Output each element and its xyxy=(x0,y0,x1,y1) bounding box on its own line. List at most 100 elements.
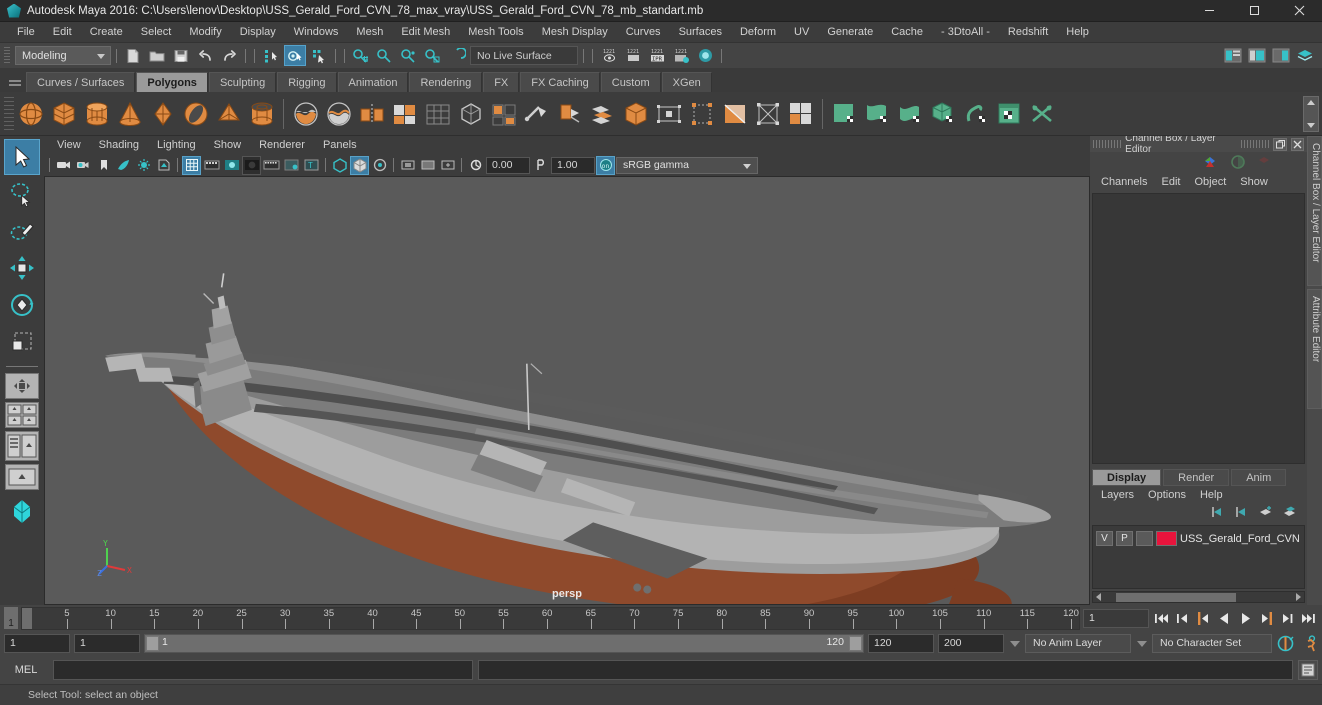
xray-icon[interactable] xyxy=(282,156,301,175)
bevel-icon[interactable] xyxy=(520,97,553,131)
menu-3dtoall[interactable]: - 3DtoAll - xyxy=(932,22,999,43)
layer-menu-layers[interactable]: Layers xyxy=(1094,489,1141,501)
poly-cone-icon[interactable] xyxy=(113,97,146,131)
select-tool[interactable] xyxy=(4,139,40,175)
bookmark-icon[interactable] xyxy=(94,156,113,175)
isolate-select-icon[interactable] xyxy=(330,156,349,175)
character-set-dropdown-arrow[interactable] xyxy=(1135,634,1148,653)
menu-mesh[interactable]: Mesh xyxy=(347,22,392,43)
range-start-handle[interactable] xyxy=(146,636,159,651)
command-input[interactable] xyxy=(53,660,473,680)
sidebar-channel-box-icon[interactable] xyxy=(1270,45,1292,66)
layer-name[interactable]: USS_Gerald_Ford_CVN xyxy=(1180,533,1300,545)
snap-to-point-icon[interactable] xyxy=(398,45,420,66)
menu-curves[interactable]: Curves xyxy=(617,22,670,43)
menu-surfaces[interactable]: Surfaces xyxy=(670,22,731,43)
select-by-hierarchy-icon[interactable] xyxy=(260,45,282,66)
menu-redshift[interactable]: Redshift xyxy=(999,22,1057,43)
menu-select[interactable]: Select xyxy=(132,22,181,43)
menu-edit[interactable]: Edit xyxy=(44,22,81,43)
close-panel-button[interactable] xyxy=(1290,137,1305,151)
side-tab-channel-box[interactable]: Channel Box / Layer Editor xyxy=(1307,136,1322,286)
shelf-tab-curves-surfaces[interactable]: Curves / Surfaces xyxy=(26,72,136,92)
menu-help[interactable]: Help xyxy=(1057,22,1098,43)
shelf-tab-rendering[interactable]: Rendering xyxy=(409,72,483,92)
new-layer-icon[interactable] xyxy=(1258,505,1273,521)
layer-color-swatch[interactable] xyxy=(1156,531,1177,546)
color-management-toggle-icon[interactable]: on xyxy=(596,155,615,175)
maximize-button[interactable] xyxy=(1232,0,1277,22)
select-by-component-icon[interactable] xyxy=(308,45,330,66)
command-language-label[interactable]: MEL xyxy=(4,664,48,676)
lasso-select-tool[interactable] xyxy=(4,176,40,212)
separate-icon[interactable] xyxy=(421,97,454,131)
menu-uv[interactable]: UV xyxy=(785,22,818,43)
wireframe-icon[interactable] xyxy=(182,155,201,175)
resolution-gate-icon[interactable] xyxy=(398,156,417,175)
layer-tab-render[interactable]: Render xyxy=(1163,469,1230,486)
poly-cylinder-icon[interactable] xyxy=(80,97,113,131)
render-current-frame-icon[interactable]: 1221 xyxy=(598,45,620,66)
layer-list[interactable]: V P USS_Gerald_Ford_CVN xyxy=(1092,525,1305,589)
layer-menu-options[interactable]: Options xyxy=(1141,489,1193,501)
scroll-right-icon[interactable] xyxy=(1296,593,1301,601)
close-button[interactable] xyxy=(1277,0,1322,22)
layer-tab-display[interactable]: Display xyxy=(1092,469,1162,486)
quad-draw-icon[interactable] xyxy=(784,97,817,131)
open-scene-icon[interactable] xyxy=(146,45,168,66)
menu-edit-mesh[interactable]: Edit Mesh xyxy=(392,22,459,43)
bridge-icon[interactable] xyxy=(619,97,652,131)
menu-display[interactable]: Display xyxy=(231,22,285,43)
menu-mesh-display[interactable]: Mesh Display xyxy=(533,22,617,43)
scroll-up-icon[interactable] xyxy=(1307,100,1315,105)
time-slider-playhead[interactable] xyxy=(22,607,32,629)
shelf-grip[interactable] xyxy=(4,96,14,131)
time-slider[interactable]: 5 10 15 20 25 30 35 40 45 50 55 60 65 70 75 80 85 90 95 100… xyxy=(21,606,1080,630)
snap-to-projected-center-icon[interactable] xyxy=(422,45,444,66)
layer-display-type-toggle[interactable] xyxy=(1136,531,1153,546)
camera-attributes-icon[interactable] xyxy=(74,156,93,175)
sidebar-attribute-editor-icon[interactable] xyxy=(1222,45,1244,66)
snap-to-view-plane-icon[interactable] xyxy=(446,45,468,66)
smooth-icon[interactable] xyxy=(454,97,487,131)
extrude-icon[interactable] xyxy=(487,97,520,131)
perspective-viewport[interactable]: persp Y X Z xyxy=(44,176,1090,605)
exposure-icon[interactable] xyxy=(466,156,485,175)
scroll-left-icon[interactable] xyxy=(1096,593,1101,601)
combine-icon[interactable] xyxy=(388,97,421,131)
viewport-menu-show[interactable]: Show xyxy=(205,136,251,154)
gate-mask-icon[interactable] xyxy=(418,156,437,175)
shelf-tab-sculpting[interactable]: Sculpting xyxy=(208,72,277,92)
character-set-dropdown[interactable]: No Character Set xyxy=(1152,634,1272,653)
boolean-difference-icon[interactable] xyxy=(322,97,355,131)
menu-deform[interactable]: Deform xyxy=(731,22,785,43)
menu-file[interactable]: File xyxy=(8,22,44,43)
film-gate-icon[interactable] xyxy=(370,156,389,175)
viewport-menu-view[interactable]: View xyxy=(48,136,90,154)
offset-edge-loop-icon[interactable] xyxy=(751,97,784,131)
menu-set-dropdown[interactable]: Modeling xyxy=(15,46,111,65)
script-editor-icon[interactable] xyxy=(1298,660,1318,680)
gamma-icon[interactable] xyxy=(531,156,550,175)
snap-to-grid-icon[interactable] xyxy=(350,45,372,66)
multi-cut-icon[interactable] xyxy=(553,97,586,131)
uv-automatic-icon[interactable] xyxy=(927,97,960,131)
move-layer-down-icon[interactable] xyxy=(1234,506,1249,521)
side-tab-attribute-editor[interactable]: Attribute Editor xyxy=(1307,289,1322,409)
step-forward-key-icon[interactable] xyxy=(1257,608,1276,628)
go-to-end-icon[interactable] xyxy=(1299,608,1318,628)
ipr-render-icon[interactable]: 1221 IPR xyxy=(646,45,668,66)
persp-graph-layout[interactable] xyxy=(4,493,40,529)
lights-icon[interactable] xyxy=(262,156,281,175)
poly-sphere-icon[interactable] xyxy=(14,97,47,131)
save-scene-icon[interactable] xyxy=(170,45,192,66)
sidebar-layers-icon[interactable] xyxy=(1294,45,1316,66)
layer-playback-toggle[interactable]: P xyxy=(1116,531,1133,546)
layer-editor-icon[interactable] xyxy=(1257,154,1271,173)
smooth-shade-icon[interactable] xyxy=(202,156,221,175)
animation-end-time-field[interactable]: 200 xyxy=(938,634,1004,653)
uv-editor-icon[interactable] xyxy=(993,97,1026,131)
shelf-tab-fx[interactable]: FX xyxy=(483,72,520,92)
layer-tab-anim[interactable]: Anim xyxy=(1231,469,1287,486)
status-line-grip[interactable] xyxy=(4,46,10,65)
